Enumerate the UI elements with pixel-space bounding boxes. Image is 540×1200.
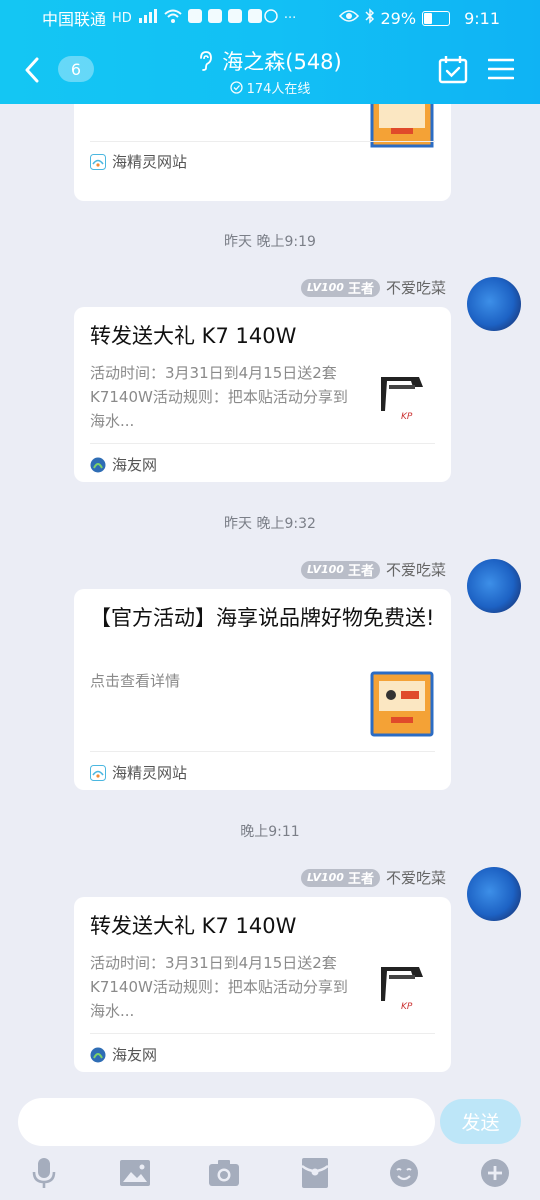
emoji-button[interactable] — [387, 1156, 421, 1190]
chevron-left-icon — [25, 57, 39, 83]
nav-bar: 6 海之森(548) 174人在线 — [0, 40, 540, 100]
avatar[interactable] — [467, 559, 521, 613]
product-thumbnail: KP — [369, 367, 435, 433]
check-circle-icon — [229, 81, 243, 94]
chat-messages[interactable]: 海精灵网站 昨天 晚上9:19 LV100 王者 不爱吃菜 转发送大礼 K7 14… — [0, 104, 540, 1090]
sender-info: LV100 王者 不爱吃菜 — [300, 867, 446, 888]
signal-icon — [138, 9, 158, 27]
card-source: 海友网 — [90, 454, 157, 475]
message-card[interactable]: 【官方活动】海享说品牌好物免费送! 点击查看详情 海精灵网站 — [74, 589, 451, 790]
sender-name: 不爱吃菜 — [385, 279, 446, 297]
sender-name: 不爱吃菜 — [385, 869, 446, 887]
red-packet-button[interactable] — [298, 1156, 332, 1190]
card-description: 点击查看详情 — [90, 672, 181, 690]
online-count: 174人在线 — [246, 82, 311, 97]
card-divider — [90, 1033, 435, 1034]
sea-elf-logo-icon — [90, 153, 106, 170]
avatar[interactable] — [467, 277, 521, 331]
emoji-icon — [390, 1159, 418, 1187]
article-thumbnail — [369, 671, 435, 737]
sender-info: LV100 王者 不爱吃菜 — [300, 559, 446, 580]
battery-percent: 29% — [380, 8, 417, 28]
back-button[interactable] — [18, 54, 46, 86]
mic-icon — [32, 1158, 56, 1188]
wifi-icon — [164, 9, 182, 27]
svg-text:KP: KP — [401, 1002, 413, 1012]
svg-text:KP: KP — [401, 412, 413, 422]
timestamp: 晚上9:11 — [240, 824, 300, 840]
menu-button[interactable] — [487, 57, 515, 85]
card-title: 【官方活动】海享说品牌好物免费送! — [90, 606, 435, 630]
send-button[interactable]: 发送 — [440, 1099, 521, 1144]
card-source: 海精灵网站 — [90, 151, 187, 172]
card-divider — [90, 443, 435, 444]
header: 中国联通 HD ··· 29% 9:11 6 海之森(548) 174人在线 — [0, 0, 540, 104]
card-title: 转发送大礼 K7 140W — [90, 914, 297, 938]
app-notification-icons — [187, 8, 278, 28]
level-badge: LV100 王者 — [300, 278, 380, 297]
calendar-check-button[interactable] — [438, 55, 468, 89]
product-thumbnail: KP — [369, 957, 435, 1023]
card-source: 海精灵网站 — [90, 762, 187, 783]
card-description: 活动时间：3月31日到4月15日送2套K7140W活动规则：把本贴活动分享到海水… — [90, 954, 348, 1020]
hamburger-menu-icon — [487, 58, 515, 80]
card-divider — [90, 141, 435, 142]
message-input[interactable] — [18, 1098, 435, 1146]
unread-count-badge[interactable]: 6 — [58, 56, 94, 82]
card-source: 海友网 — [90, 1044, 157, 1065]
voice-button[interactable] — [27, 1156, 61, 1190]
haiyou-logo-icon — [90, 1047, 106, 1062]
group-title-area[interactable]: 海之森(548) 174人在线 — [120, 46, 420, 97]
haiyou-logo-icon — [90, 457, 106, 472]
status-bar: 中国联通 HD ··· 29% 9:11 — [0, 0, 540, 36]
level-badge: LV100 王者 — [300, 560, 380, 579]
sender-info: LV100 王者 不爱吃菜 — [300, 277, 446, 298]
group-title: 海之森(548) — [222, 50, 342, 74]
bluetooth-icon — [364, 8, 375, 28]
message-card[interactable]: 转发送大礼 K7 140W 活动时间：3月31日到4月15日送2套K7140W活… — [74, 307, 451, 482]
camera-icon — [209, 1160, 239, 1186]
hd-icon: HD — [112, 10, 132, 26]
timestamp: 昨天 晚上9:19 — [224, 234, 316, 250]
input-bar: 发送 — [0, 1090, 540, 1200]
ear-icon — [200, 51, 213, 71]
camera-button[interactable] — [207, 1156, 241, 1190]
card-title: 转发送大礼 K7 140W — [90, 324, 297, 348]
article-thumbnail — [369, 104, 435, 150]
level-badge: LV100 王者 — [300, 868, 380, 887]
carrier-label: 中国联通 — [42, 10, 107, 29]
timestamp: 昨天 晚上9:32 — [224, 516, 316, 532]
calendar-check-icon — [438, 56, 468, 84]
more-button[interactable] — [478, 1156, 512, 1190]
card-divider — [90, 751, 435, 752]
plus-icon — [481, 1159, 509, 1187]
more-dots-icon: ··· — [283, 10, 297, 26]
sea-elf-logo-icon — [90, 764, 106, 781]
avatar[interactable] — [467, 867, 521, 921]
image-button[interactable] — [118, 1156, 152, 1190]
clock: 9:11 — [464, 8, 500, 28]
battery-icon — [422, 10, 451, 26]
sender-name: 不爱吃菜 — [385, 561, 446, 579]
message-card[interactable]: 海精灵网站 — [74, 104, 451, 201]
image-icon — [120, 1160, 150, 1186]
card-description: 活动时间：3月31日到4月15日送2套K7140W活动规则：把本贴活动分享到海水… — [90, 364, 348, 430]
eye-icon — [338, 9, 359, 27]
message-card[interactable]: 转发送大礼 K7 140W 活动时间：3月31日到4月15日送2套K7140W活… — [74, 897, 451, 1072]
red-packet-icon — [301, 1158, 329, 1188]
